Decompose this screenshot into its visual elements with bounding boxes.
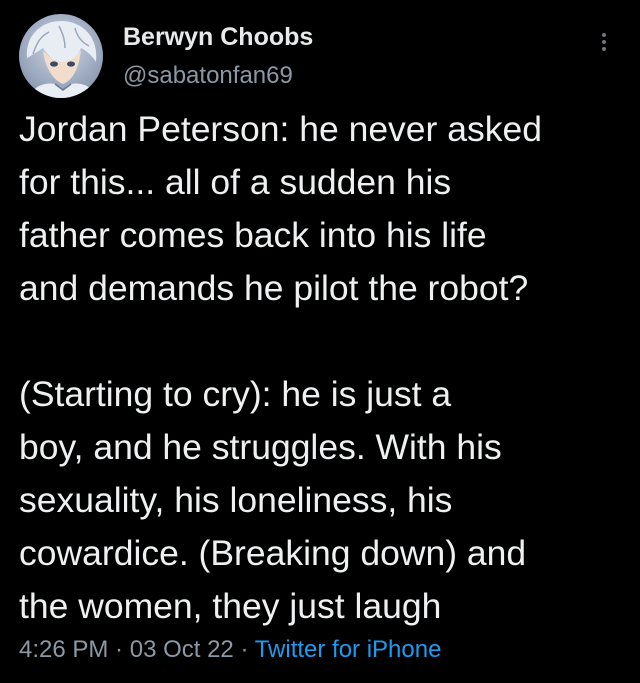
meta-separator: · [108,636,130,663]
meta-separator: · [233,636,255,663]
avatar-image [19,14,103,98]
tweet-time[interactable]: 4:26 PM [19,636,108,663]
author-display-name[interactable]: Berwyn Choobs [123,23,313,52]
tweet: Berwyn Choobs @sabatonfan69 Jordan Peter… [0,0,640,683]
tweet-text-line: and demands he pilot the robot? [19,268,529,308]
tweet-source-link[interactable]: Twitter for iPhone [255,636,442,663]
tweet-meta: 4:26 PM · 03 Oct 22 · Twitter for iPhone [19,636,441,664]
tweet-text-line: father comes back into his life [19,215,487,255]
tweet-text-line: boy, and he struggles. With his [19,427,502,467]
tweet-text-line: (Starting to cry): he is just a [19,374,452,414]
avatar[interactable] [19,14,103,98]
tweet-text-line: cowardice. (Breaking down) and [19,533,527,573]
tweet-text-line: Jordan Peterson: he never asked [19,109,542,149]
author-handle[interactable]: @sabatonfan69 [123,62,293,90]
tweet-text-line: the women, they just laugh [19,586,442,626]
more-vertical-icon[interactable] [594,28,614,54]
tweet-date[interactable]: 03 Oct 22 [130,636,234,663]
tweet-text-line: for this... all of a sudden his [19,162,452,202]
tweet-text: Jordan Peterson: he never asked for this… [19,103,629,633]
tweet-text-line: sexuality, his loneliness, his [19,480,453,520]
